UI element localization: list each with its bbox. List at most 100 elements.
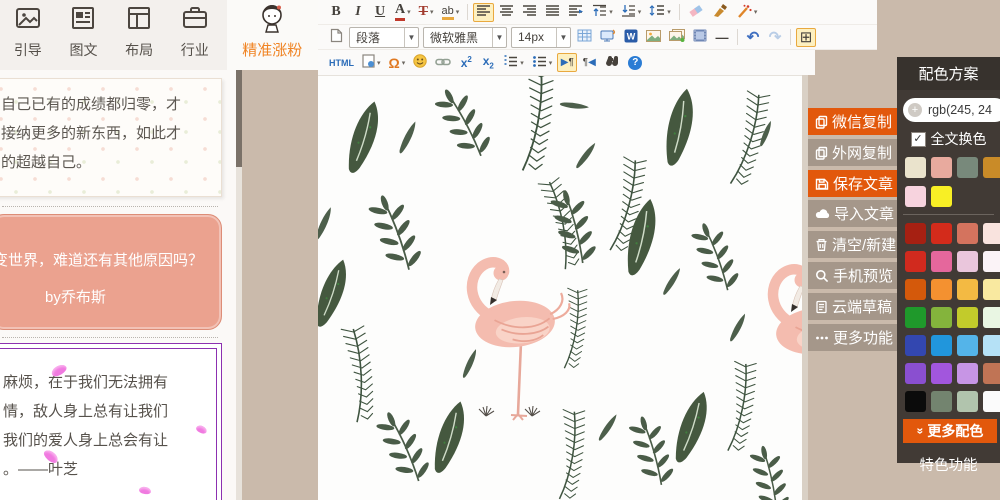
color-swatch[interactable] bbox=[905, 251, 926, 272]
color-swatch[interactable] bbox=[957, 363, 978, 384]
help-button[interactable]: ? bbox=[625, 53, 645, 72]
sidebar-scrollbar[interactable] bbox=[236, 70, 242, 500]
insert-image-button[interactable] bbox=[643, 28, 664, 47]
rtl-button[interactable]: ¶◀ bbox=[579, 53, 599, 72]
color-value-input[interactable] bbox=[926, 102, 1000, 118]
cloud-draft-button[interactable]: 云端草稿 bbox=[808, 293, 908, 320]
color-swatch[interactable] bbox=[905, 157, 926, 178]
more-colors-button[interactable]: » 更多配色 bbox=[903, 419, 997, 443]
color-value-field[interactable]: + bbox=[903, 98, 1000, 122]
color-swatch[interactable] bbox=[931, 363, 952, 384]
paragraph-select[interactable]: 段落▼ bbox=[349, 27, 419, 48]
template-card-quote3[interactable]: 麻烦，在于我们无法拥有 情，敌人身上总有让我们 我们的爱人身上总会有让 。——叶… bbox=[0, 343, 222, 500]
color-swatch[interactable] bbox=[905, 391, 926, 412]
undo-button[interactable]: ↶ bbox=[743, 28, 763, 47]
italic-button[interactable]: I bbox=[348, 3, 368, 22]
save-article-button[interactable]: 保存文章 bbox=[808, 170, 908, 197]
indent-button[interactable] bbox=[565, 3, 587, 22]
color-swatch[interactable] bbox=[983, 279, 1000, 300]
spacing-after-button[interactable]: ▾ bbox=[618, 3, 645, 22]
color-swatch[interactable] bbox=[957, 335, 978, 356]
color-swatch[interactable] bbox=[983, 307, 1000, 328]
align-left-button[interactable] bbox=[473, 3, 494, 22]
insert-hr-button[interactable]: — bbox=[712, 28, 732, 47]
color-swatch[interactable] bbox=[983, 223, 1000, 244]
color-swatch[interactable] bbox=[931, 335, 952, 356]
color-swatch[interactable] bbox=[957, 391, 978, 412]
editor-canvas[interactable] bbox=[318, 75, 802, 500]
highlight-button[interactable]: ab▾ bbox=[439, 3, 463, 22]
color-swatch[interactable] bbox=[957, 223, 978, 244]
color-swatch[interactable] bbox=[931, 186, 952, 207]
template-card-quote1[interactable]: 自己已有的成绩都归零，才 接纳更多的新东西，如此才 的超越自己。 bbox=[0, 78, 222, 197]
html-source-button[interactable]: HTML bbox=[326, 53, 357, 72]
insert-link-button[interactable] bbox=[432, 53, 454, 72]
more-functions-button[interactable]: 更多功能 bbox=[808, 324, 908, 351]
ordered-list-button[interactable]: ▾ bbox=[500, 53, 527, 72]
align-right-button[interactable] bbox=[519, 3, 540, 22]
color-swatch[interactable] bbox=[931, 307, 952, 328]
import-article-button[interactable]: 导入文章 bbox=[808, 200, 908, 227]
color-swatch[interactable] bbox=[957, 157, 978, 178]
font-color-button[interactable]: A▾ bbox=[392, 3, 414, 22]
color-swatch[interactable] bbox=[983, 157, 1000, 178]
font-family-select[interactable]: 微软雅黑▼ bbox=[423, 27, 507, 48]
unordered-list-button[interactable]: ▾ bbox=[529, 53, 556, 72]
media-import-button[interactable] bbox=[597, 28, 619, 47]
line-height-button[interactable]: ▾ bbox=[646, 3, 674, 22]
sidebar-item-guide[interactable]: 引导 bbox=[0, 0, 56, 70]
color-swatch[interactable] bbox=[905, 223, 926, 244]
featured-functions-button[interactable]: 特色功能 bbox=[897, 449, 1000, 479]
ltr-button[interactable]: ▶¶ bbox=[557, 53, 577, 72]
recolor-toggle[interactable]: ✓ 全文换色 bbox=[897, 129, 1000, 149]
spacing-before-button[interactable]: ▾ bbox=[589, 3, 616, 22]
template-card-quote2[interactable]: 变世界，难道还有其他原因吗？ by乔布斯 bbox=[0, 214, 222, 330]
color-swatch[interactable] bbox=[957, 279, 978, 300]
import-word-button[interactable]: W bbox=[621, 28, 641, 47]
color-swatch[interactable] bbox=[905, 363, 926, 384]
align-center-button[interactable] bbox=[496, 3, 517, 22]
insert-video-button[interactable] bbox=[690, 28, 710, 47]
color-swatch[interactable] bbox=[931, 223, 952, 244]
color-swatch[interactable] bbox=[931, 391, 952, 412]
subscript-button[interactable]: x2 bbox=[478, 53, 498, 72]
superscript-button[interactable]: x2 bbox=[456, 53, 476, 72]
fans-growth-button[interactable]: 精准涨粉 bbox=[227, 0, 318, 70]
clear-format-button[interactable] bbox=[685, 3, 707, 22]
magic-format-button[interactable]: ▾ bbox=[733, 3, 761, 22]
color-swatch[interactable] bbox=[931, 157, 952, 178]
sidebar-item-industry[interactable]: 行业 bbox=[167, 0, 223, 70]
checkbox-checked-icon[interactable]: ✓ bbox=[911, 132, 926, 147]
color-swatch[interactable] bbox=[905, 335, 926, 356]
external-copy-button[interactable]: 外网复制 bbox=[808, 139, 908, 166]
format-painter-button[interactable] bbox=[709, 3, 731, 22]
align-justify-button[interactable] bbox=[542, 3, 563, 22]
clear-new-button[interactable]: 清空/新建 bbox=[808, 231, 908, 258]
color-swatch[interactable] bbox=[905, 307, 926, 328]
insert-images-button[interactable] bbox=[666, 28, 688, 47]
wechat-copy-button[interactable]: 微信复制 bbox=[808, 108, 908, 135]
sidebar-item-layout[interactable]: 布局 bbox=[111, 0, 167, 70]
color-swatch[interactable] bbox=[931, 279, 952, 300]
template-button[interactable]: ▾ bbox=[359, 53, 384, 72]
bold-button[interactable]: B bbox=[326, 3, 346, 22]
color-swatch[interactable] bbox=[957, 307, 978, 328]
color-swatch[interactable] bbox=[983, 363, 1000, 384]
color-swatch[interactable] bbox=[983, 251, 1000, 272]
fullscreen-button[interactable]: ⊞ bbox=[796, 28, 816, 47]
color-swatch[interactable] bbox=[931, 251, 952, 272]
color-swatch[interactable] bbox=[957, 251, 978, 272]
underline-button[interactable]: U bbox=[370, 3, 390, 22]
color-swatch[interactable] bbox=[983, 391, 1000, 412]
color-swatch[interactable] bbox=[983, 335, 1000, 356]
special-char-button[interactable]: Ω▾ bbox=[386, 53, 409, 72]
find-replace-button[interactable] bbox=[601, 53, 623, 72]
sidebar-item-article[interactable]: 图文 bbox=[56, 0, 112, 70]
color-swatch[interactable] bbox=[905, 279, 926, 300]
redo-button[interactable]: ↷ bbox=[765, 28, 785, 47]
phone-preview-button[interactable]: 手机预览 bbox=[808, 262, 908, 289]
scrollbar-thumb[interactable] bbox=[236, 70, 242, 167]
emoji-button[interactable] bbox=[410, 53, 430, 72]
add-color-icon[interactable]: + bbox=[908, 103, 922, 117]
insert-table-button[interactable] bbox=[574, 28, 595, 47]
